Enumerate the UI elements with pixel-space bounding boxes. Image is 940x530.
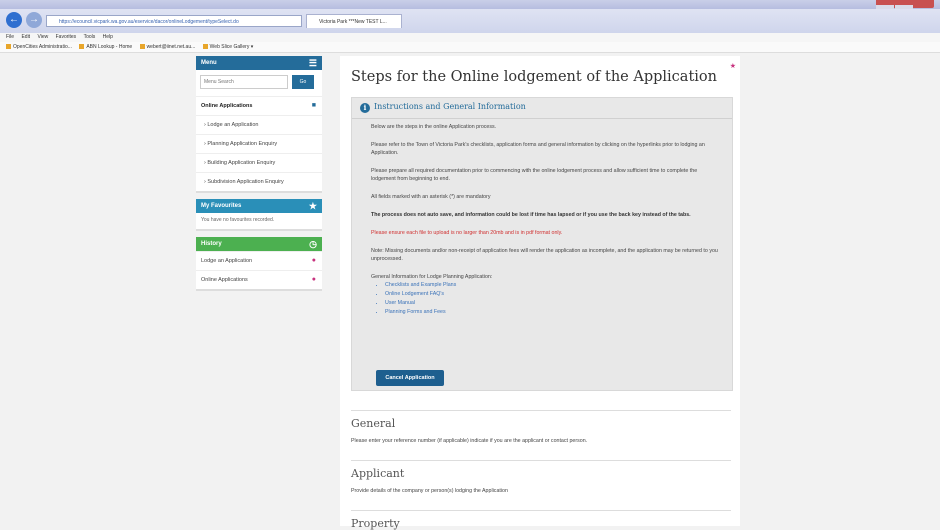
favorite-icon <box>6 44 11 50</box>
favourites-empty-text: You have no favourites recorded. <box>201 217 275 223</box>
instruction-text: Please refer to the Town of Victoria Par… <box>371 142 705 156</box>
go-button[interactable]: Go <box>292 75 314 89</box>
history-item[interactable]: Lodge an Application ● <box>196 251 322 270</box>
instructions-title: Instructions and General Information <box>374 102 526 111</box>
history-item-label: Lodge an Application <box>201 258 253 264</box>
menu-search-row: Go <box>196 70 322 96</box>
window-controls[interactable] <box>876 0 934 13</box>
browser-tab[interactable]: Victoria Park ***New TEST L... <box>306 14 402 28</box>
section-property[interactable]: Property <box>351 510 731 530</box>
sidebar-item-planning-enquiry[interactable]: › Planning Application Enquiry <box>196 134 322 153</box>
section-title: Applicant <box>351 467 405 480</box>
pin-icon[interactable]: ● <box>312 252 316 270</box>
menu-header-label: Menu <box>201 60 217 66</box>
main-content: Steps for the Online lodgement of the Ap… <box>340 56 740 530</box>
instructions-body: Below are the steps in the online Applic… <box>371 123 721 317</box>
section-description: Provide details of the company or person… <box>351 488 508 494</box>
sidebar-item-online-applications[interactable]: Online Applications ■ <box>196 96 322 115</box>
favorite-icon <box>79 44 85 50</box>
sidebar-item-label: Lodge an Application <box>207 122 259 128</box>
section-description: Please enter your reference number (if a… <box>351 438 588 444</box>
back-arrow-icon[interactable]: ← <box>6 12 22 28</box>
favorites-bar: OpenCities Administratio... ABN Lookup -… <box>0 42 940 53</box>
history-item-label: Online Applications <box>201 277 248 283</box>
instructions-header: i Instructions and General Information <box>352 98 732 119</box>
sidebar-item-subdivision-enquiry[interactable]: › Subdivision Application Enquiry <box>196 172 322 191</box>
sidebar-item-building-enquiry[interactable]: › Building Application Enquiry <box>196 153 322 172</box>
menu-help[interactable]: Help <box>103 34 113 40</box>
browser-address-bar: ← → https://ecouncil.vicpark.wa.gov.au/e… <box>0 9 940 33</box>
link-user-manual[interactable]: User Manual <box>385 299 721 308</box>
menu-panel-header: Menu ☰ <box>196 56 322 70</box>
menu-file[interactable]: File <box>6 34 14 40</box>
section-general[interactable]: General Please enter your reference numb… <box>351 410 731 444</box>
favorite-icon <box>139 44 145 50</box>
url-field[interactable]: https://ecouncil.vicpark.wa.gov.au/eserv… <box>46 15 302 27</box>
sidebar-item-label: Planning Application Enquiry <box>207 141 278 147</box>
sidebar-item-label: Subdivision Application Enquiry <box>207 179 284 185</box>
instruction-text: Please prepare all required documentatio… <box>371 168 698 182</box>
favourites-panel-header: My Favourites ★ <box>196 199 322 213</box>
window-titlebar <box>0 0 940 13</box>
forward-arrow-icon[interactable]: → <box>26 12 42 28</box>
briefcase-icon: ■ <box>311 102 316 109</box>
favorite-item[interactable]: ABN Lookup - Home <box>79 44 132 50</box>
favourites-panel: My Favourites ★ You have no favourites r… <box>196 199 322 231</box>
star-icon: ★ <box>308 201 317 211</box>
history-panel: History ◷ Lodge an Application ● Online … <box>196 237 322 291</box>
links-list: Checklists and Example Plans Online Lodg… <box>371 281 721 317</box>
history-header-label: History <box>201 241 222 247</box>
menu-panel: Menu ☰ Go Online Applications ■ › Lodge … <box>196 56 322 193</box>
menu-edit[interactable]: Edit <box>21 34 30 40</box>
cancel-application-button[interactable]: Cancel Application <box>376 370 444 386</box>
link-faqs[interactable]: Online Lodgement FAQ's <box>385 290 721 299</box>
section-applicant[interactable]: Applicant Provide details of the company… <box>351 460 731 494</box>
menu-tools[interactable]: Tools <box>84 34 96 40</box>
instruction-text: Note: Missing documents and/or non-recei… <box>371 248 718 262</box>
favorite-item[interactable]: OpenCities Administratio... <box>6 44 72 50</box>
sidebar-item-lodge[interactable]: › Lodge an Application <box>196 115 322 134</box>
favorite-item[interactable]: webert@iinet.net.au... <box>139 44 195 50</box>
menu-view[interactable]: View <box>37 34 48 40</box>
history-panel-header: History ◷ <box>196 237 322 251</box>
warning-text: The process does not auto save, and info… <box>371 212 691 218</box>
menu-favorites[interactable]: Favorites <box>56 34 77 40</box>
menu-search-input[interactable] <box>200 75 288 89</box>
history-item[interactable]: Online Applications ● <box>196 270 322 289</box>
info-icon: i <box>360 103 370 113</box>
instruction-text: All fields marked with an asterisk (*) a… <box>371 194 491 200</box>
section-title: Property <box>351 517 400 530</box>
instruction-text: Below are the steps in the online Applic… <box>371 124 497 130</box>
favorite-icon <box>202 44 208 50</box>
browser-menu-bar: File Edit View Favorites Tools Help <box>0 33 940 42</box>
link-planning-forms[interactable]: Planning Forms and Fees <box>385 308 721 317</box>
instructions-panel: i Instructions and General Information B… <box>351 97 733 391</box>
hamburger-icon[interactable]: ☰ <box>309 56 317 70</box>
favorite-item[interactable]: Web Slice Gallery ▾ <box>202 44 253 50</box>
sidebar: Menu ☰ Go Online Applications ■ › Lodge … <box>196 56 322 297</box>
links-heading: General Information for Lodge Planning A… <box>371 274 493 280</box>
sidebar-item-label: Building Application Enquiry <box>207 160 276 166</box>
page-content: Menu ☰ Go Online Applications ■ › Lodge … <box>0 53 940 530</box>
favourites-header-label: My Favourites <box>201 203 242 209</box>
file-size-notice: Please ensure each file to upload is no … <box>371 230 563 236</box>
sidebar-section-label: Online Applications <box>201 103 253 109</box>
section-title: General <box>351 417 396 430</box>
pin-icon[interactable]: ★ <box>730 62 736 70</box>
clock-icon: ◷ <box>309 239 317 249</box>
pin-icon[interactable]: ● <box>312 271 316 289</box>
page-title: Steps for the Online lodgement of the Ap… <box>351 69 717 85</box>
link-checklists[interactable]: Checklists and Example Plans <box>385 281 721 290</box>
